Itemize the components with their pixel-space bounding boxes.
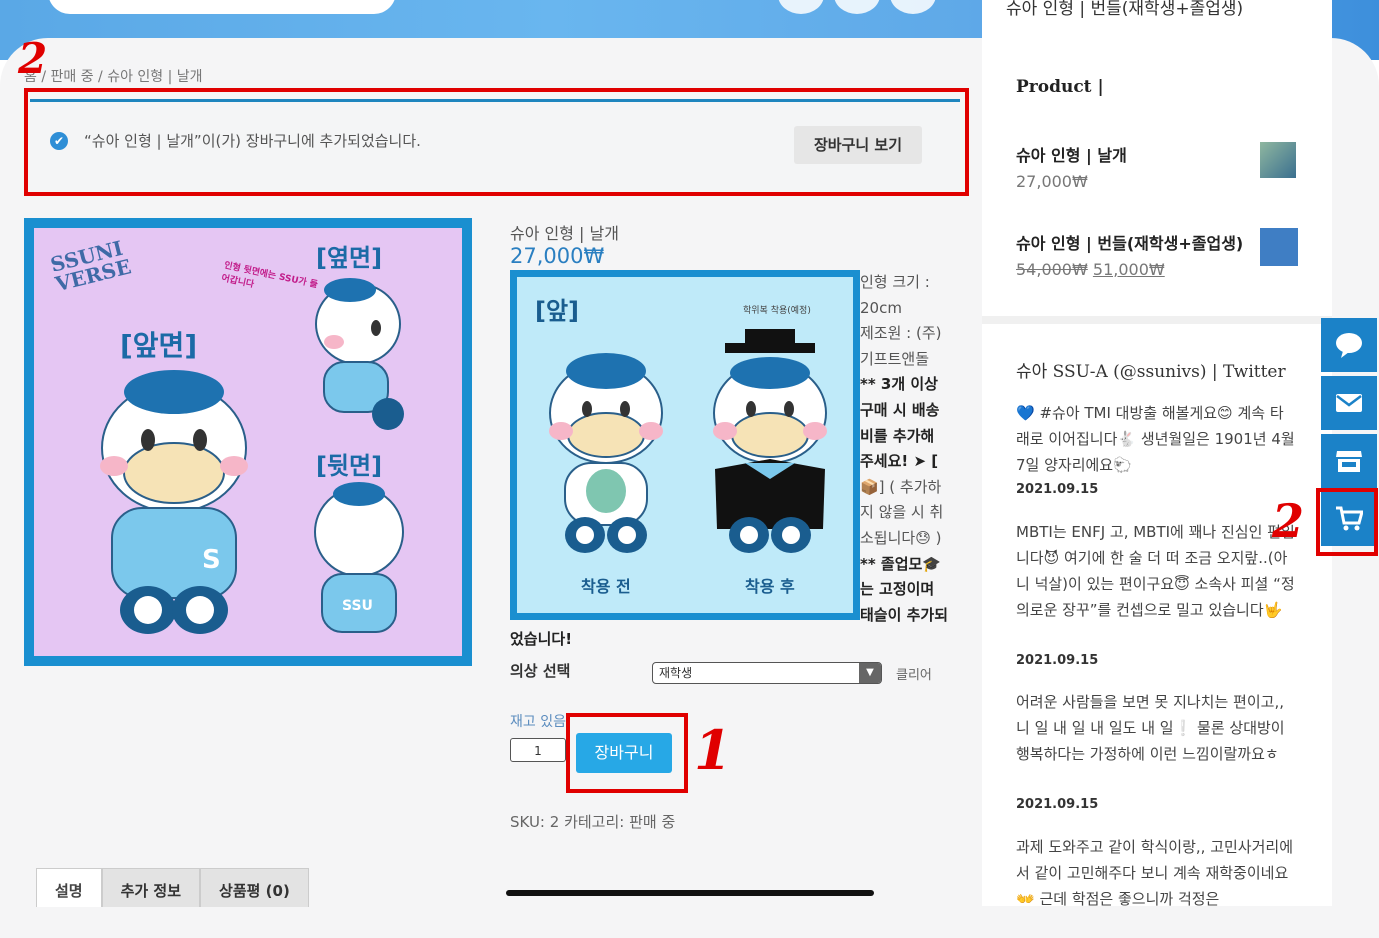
desc-line: 인형 크기 : — [860, 273, 930, 291]
product-detail-image: [앞] 학위복 착용(예정) 착용 전 착용 후 — [510, 270, 860, 620]
desc-line: 비를 추가해 — [860, 426, 935, 445]
desc-line: 는 고정이며 — [860, 580, 935, 599]
desc-line: 📦] ( 추가하 — [860, 477, 942, 496]
gown-note: 학위복 착용(예정) — [743, 306, 811, 316]
sidebar-old-price: 54,000₩ — [1016, 260, 1088, 279]
annotation-box-cart-icon — [1316, 488, 1378, 556]
chat-button[interactable] — [1321, 318, 1377, 372]
desc-line: 태슬이 추가되 — [860, 605, 949, 624]
tweet-text: 과제 도와주고 같이 학식이랑,, 고민사거리에서 같이 고민해주다 보니 계속… — [1016, 838, 1294, 908]
costume-select[interactable]: 재학생 ▼ — [652, 662, 882, 684]
desc-line: ** 졸업모🎓 — [860, 554, 941, 573]
desc-line: 지 않을 시 취 — [860, 503, 944, 522]
sidebar-sale-price: 51,000₩ — [1092, 260, 1165, 279]
tweet-date[interactable]: 2021.09.15 — [1016, 797, 1098, 812]
sidebar-product-name[interactable]: 슈아 인형 | 번들(재학생+졸업생) — [1016, 230, 1243, 254]
tab-reviews[interactable]: 상품평 (0) — [200, 868, 309, 907]
label-before: 착용 전 — [581, 577, 631, 596]
desc-line: 기프트앤돌 — [860, 349, 930, 368]
product-description: 인형 크기 : 20cm 제조원 : (주) 기프트앤돌 ** 3개 이상 구매… — [860, 270, 960, 628]
mail-icon — [1336, 394, 1362, 412]
annotation-number: 1 — [694, 718, 732, 782]
twitter-widget-title[interactable]: 슈아 SSU-A (@ssunivs) | Twitter — [1016, 357, 1286, 382]
store-icon — [1336, 451, 1362, 472]
sidebar-partial-title: 슈아 인형 | 번들(재학생+졸업생) — [1006, 0, 1244, 19]
search-bar[interactable] — [48, 0, 396, 14]
mascot-before-illustration — [549, 353, 663, 553]
mascot-side-illustration — [315, 278, 404, 430]
product-main-image[interactable]: SSUNI VERSE [옆면] [앞면] [뒷면] 인형 뒷면에는 SSU가 … — [24, 218, 472, 666]
clear-link[interactable]: 클리어 — [896, 664, 932, 683]
tweet-text: 💙 #슈아 TMI 대방출 해볼게요😊 계속 타래로 이어집니다🐇 생년월일은 … — [1016, 404, 1295, 474]
back-text: SSU — [342, 598, 373, 614]
label-side: [옆면] — [316, 244, 383, 272]
chat-icon — [1336, 333, 1362, 358]
label-back: [뒷면] — [316, 452, 383, 480]
product-meta: SKU: 2 카테고리: 판매 중 — [510, 813, 676, 831]
tab-description[interactable]: 설명 — [36, 868, 102, 907]
product-price: 27,000₩ — [510, 244, 605, 268]
sidebar-product-item[interactable]: 슈아 인형 | 번들(재학생+졸업생) 54,000₩ 51,000₩ — [1016, 230, 1243, 279]
mail-button[interactable] — [1321, 376, 1377, 430]
product-tabs: 설명 추가 정보 상품평 (0) — [36, 868, 309, 907]
tweet-text: 어려운 사람들을 보면 못 지나치는 편이고,, 니 일 내 일 내 일도 내 … — [1016, 693, 1285, 763]
option-label: 의상 선택 — [510, 662, 571, 680]
sidebar-product-item[interactable]: 슈아 인형 | 날개 27,000₩ — [1016, 142, 1127, 191]
tweet-date[interactable]: 2021.09.15 — [1016, 653, 1098, 668]
tweet-date[interactable]: 2021.09.15 — [1016, 482, 1098, 497]
store-button[interactable] — [1321, 434, 1377, 488]
stock-status: 재고 있음 — [510, 714, 566, 730]
annotation-box-notice — [24, 88, 969, 196]
desc-line: 주세요! ➤ [ — [860, 452, 939, 471]
label-front-short: [앞] — [535, 297, 580, 325]
desc-line: 제조원 : (주) — [860, 324, 942, 343]
annotation-number: 2 — [18, 34, 48, 83]
brand-logo: SSUNI VERSE — [48, 235, 134, 297]
label-after: 착용 후 — [745, 577, 795, 596]
tweet-text: MBTI는 ENFJ 고, MBTI에 꽤나 진심인 편입니다😈 여기에 한 술… — [1016, 523, 1295, 619]
desc-line: ** 3개 이상 — [860, 375, 938, 394]
sidebar-product-name[interactable]: 슈아 인형 | 날개 — [1016, 142, 1127, 166]
quantity-input[interactable]: 1 — [510, 738, 566, 762]
tab-additional-info[interactable]: 추가 정보 — [101, 868, 201, 907]
home-indicator — [506, 890, 874, 896]
mascot-front-illustration: S — [100, 370, 248, 634]
sidebar-product-price: 27,000₩ — [1016, 172, 1088, 191]
product-title: 슈아 인형 | 날개 — [510, 224, 619, 243]
mascot-back-illustration: SSU — [314, 482, 404, 633]
costume-select-value: 재학생 — [659, 666, 693, 680]
chevron-down-icon: ▼ — [859, 663, 881, 683]
annotation-number: 2 — [1272, 494, 1305, 548]
product-thumbnail[interactable] — [1260, 228, 1298, 266]
breadcrumb[interactable]: 홈 / 판매 중 / 슈아 인형 | 날개 — [24, 66, 203, 86]
annotation-box-cart-button — [566, 713, 688, 793]
desc-line: 소됩니다😓 ) — [860, 528, 942, 547]
svg-text:S: S — [202, 545, 221, 575]
mascot-after-illustration — [713, 329, 827, 553]
desc-line: 20cm — [860, 298, 902, 317]
sidebar-divider — [982, 316, 1332, 324]
sidebar-section-title: Product | — [1016, 77, 1104, 97]
desc-line: 었습니다! — [510, 630, 573, 648]
desc-line: 구매 시 배송 — [860, 400, 940, 419]
product-thumbnail[interactable] — [1260, 142, 1296, 178]
